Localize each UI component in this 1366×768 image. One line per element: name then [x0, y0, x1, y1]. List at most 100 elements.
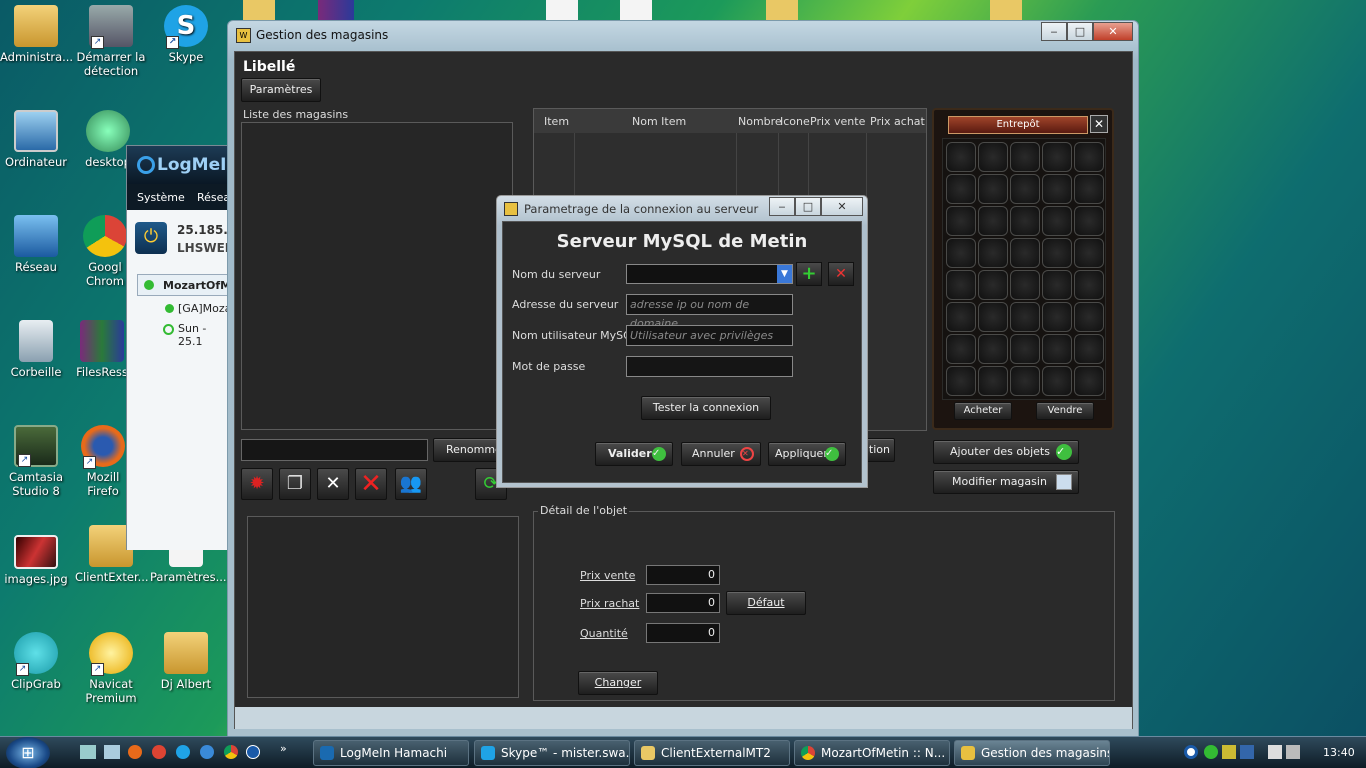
- chrome-icon[interactable]: [224, 745, 238, 759]
- warehouse-slot[interactable]: [1074, 174, 1104, 204]
- desktop-icon-administrator[interactable]: Administra...: [0, 5, 73, 64]
- menu-systeme[interactable]: Système: [137, 191, 185, 204]
- ie-icon[interactable]: [200, 745, 214, 759]
- warehouse-slot[interactable]: [1010, 270, 1040, 300]
- winrar-icon[interactable]: [318, 0, 354, 20]
- warehouse-slot[interactable]: [1010, 334, 1040, 364]
- copy-icon[interactable]: ❐: [279, 468, 311, 500]
- document-icon[interactable]: [546, 0, 578, 20]
- column-header[interactable]: Item: [544, 115, 569, 128]
- dialog-minimize-button[interactable]: ‒: [769, 197, 795, 216]
- warehouse-panel[interactable]: Entrepôt ✕ Acheter Vendre: [932, 108, 1114, 430]
- warehouse-slot[interactable]: [1010, 142, 1040, 172]
- hamachi-tray-icon[interactable]: [1184, 745, 1198, 759]
- server-address-input[interactable]: adresse ip ou nom de domaine: [626, 294, 793, 330]
- warehouse-slot[interactable]: [1042, 238, 1072, 268]
- quantity-input[interactable]: 0: [646, 623, 720, 643]
- desktop-icon-dj-albert[interactable]: Dj Albert: [150, 632, 222, 691]
- desktop-icon-computer[interactable]: Ordinateur: [0, 110, 72, 169]
- language-tray-icon[interactable]: [1240, 745, 1254, 759]
- warehouse-slot[interactable]: [946, 206, 976, 236]
- rename-button[interactable]: Renommer: [433, 438, 503, 462]
- warehouse-slot[interactable]: [1010, 174, 1040, 204]
- warehouse-slot[interactable]: [1074, 142, 1104, 172]
- peer-item[interactable]: Sun - 25.1: [178, 322, 229, 348]
- default-button[interactable]: Défaut: [726, 591, 806, 615]
- folder-icon[interactable]: [990, 0, 1022, 20]
- add-objects-button[interactable]: Ajouter des objets ✓: [933, 440, 1079, 464]
- warehouse-slot[interactable]: [1074, 366, 1104, 396]
- warehouse-slot[interactable]: [978, 302, 1008, 332]
- warehouse-slot[interactable]: [1042, 206, 1072, 236]
- chevron-down-icon[interactable]: ▼: [777, 265, 792, 283]
- warehouse-close-icon[interactable]: ✕: [1090, 115, 1108, 133]
- tray-icon[interactable]: [1222, 745, 1236, 759]
- taskbar-button-chrome[interactable]: MozartOfMetin :: N...: [794, 740, 950, 766]
- column-header[interactable]: Prix achat: [870, 115, 925, 128]
- security-tray-icon[interactable]: [1204, 745, 1218, 759]
- firefox-icon[interactable]: [128, 745, 142, 759]
- folder-icon[interactable]: [766, 0, 798, 20]
- warehouse-slot[interactable]: [1010, 206, 1040, 236]
- column-header[interactable]: Prix vente: [810, 115, 865, 128]
- warehouse-grid[interactable]: [942, 138, 1106, 400]
- volume-tray-icon[interactable]: [1286, 745, 1300, 759]
- test-connection-button[interactable]: Tester la connexion: [641, 396, 771, 420]
- taskbar-button-gestion[interactable]: Gestion des magasins: [954, 740, 1110, 766]
- column-header[interactable]: Icone: [780, 115, 810, 128]
- column-header[interactable]: Nombre: [738, 115, 782, 128]
- warehouse-slot[interactable]: [1042, 366, 1072, 396]
- edit-shop-button[interactable]: Modifier magasin: [933, 470, 1079, 494]
- column-header[interactable]: Nom Item: [632, 115, 686, 128]
- skype-icon[interactable]: [176, 745, 190, 759]
- warehouse-slot[interactable]: [1074, 302, 1104, 332]
- warehouse-slot[interactable]: [978, 270, 1008, 300]
- taskbar-button-clientexternal[interactable]: ClientExternalMT2: [634, 740, 790, 766]
- warehouse-slot[interactable]: [1042, 334, 1072, 364]
- warehouse-slot[interactable]: [946, 270, 976, 300]
- warehouse-slot[interactable]: [1074, 206, 1104, 236]
- parametres-button[interactable]: Paramètres: [241, 78, 321, 102]
- desktop-icon-network[interactable]: Réseau: [0, 215, 72, 274]
- logmein-icon[interactable]: [246, 745, 260, 759]
- start-button[interactable]: ⊞: [6, 737, 50, 768]
- folder-icon[interactable]: [243, 0, 275, 20]
- warehouse-slot[interactable]: [978, 334, 1008, 364]
- mysql-user-input[interactable]: Utilisateur avec privilèges: [626, 325, 793, 346]
- buy-price-input[interactable]: 0: [646, 593, 720, 613]
- document-icon[interactable]: [620, 0, 652, 20]
- warehouse-slot[interactable]: [978, 366, 1008, 396]
- warehouse-slot[interactable]: [1042, 302, 1072, 332]
- shops-list[interactable]: [241, 122, 513, 430]
- delete-all-icon[interactable]: ✕: [355, 468, 387, 500]
- warehouse-slot[interactable]: [1042, 142, 1072, 172]
- cancel-button[interactable]: Annuler ✕: [681, 442, 761, 466]
- warehouse-slot[interactable]: [946, 302, 976, 332]
- menu-reseau[interactable]: Résea: [197, 191, 230, 204]
- desktop-icon-skype[interactable]: S ↗ Skype: [150, 5, 222, 64]
- hidden-action-button[interactable]: tion: [865, 438, 895, 462]
- network-row[interactable]: MozartOfM: [137, 274, 231, 296]
- logmein-window[interactable]: LogMeIn Système Résea ⏻ 25.185.8 LHSWEE …: [126, 145, 239, 550]
- remove-server-icon[interactable]: ✕: [828, 262, 854, 286]
- delete-icon[interactable]: ✕: [317, 468, 349, 500]
- warehouse-slot[interactable]: [1074, 238, 1104, 268]
- desktop-icon-chrome[interactable]: Googl Chrom: [80, 215, 130, 288]
- taskbar-button-hamachi[interactable]: LogMeIn Hamachi: [313, 740, 469, 766]
- password-input[interactable]: [626, 356, 793, 377]
- shop-name-input[interactable]: [241, 439, 428, 461]
- network-tray-icon[interactable]: [1268, 745, 1282, 759]
- switch-windows-icon[interactable]: [104, 745, 120, 759]
- warehouse-slot[interactable]: [946, 366, 976, 396]
- change-button[interactable]: Changer: [578, 671, 658, 695]
- desktop-icon-images[interactable]: images.jpg: [0, 535, 72, 586]
- peer-item[interactable]: [GA]Moza: [178, 302, 231, 315]
- sell-button[interactable]: Vendre: [1036, 402, 1094, 420]
- add-server-icon[interactable]: +: [796, 262, 822, 286]
- warehouse-slot[interactable]: [978, 142, 1008, 172]
- desktop-icon-recycle-bin[interactable]: Corbeille: [0, 320, 72, 379]
- desktop-icon-detection[interactable]: ↗ Démarrer la détection: [75, 5, 147, 78]
- clock[interactable]: 13:40: [1323, 746, 1355, 759]
- desktop-icon-clipgrab[interactable]: ↗ ClipGrab: [0, 632, 72, 691]
- desktop-icon-firefox[interactable]: ↗ Mozill Firefo: [78, 425, 128, 498]
